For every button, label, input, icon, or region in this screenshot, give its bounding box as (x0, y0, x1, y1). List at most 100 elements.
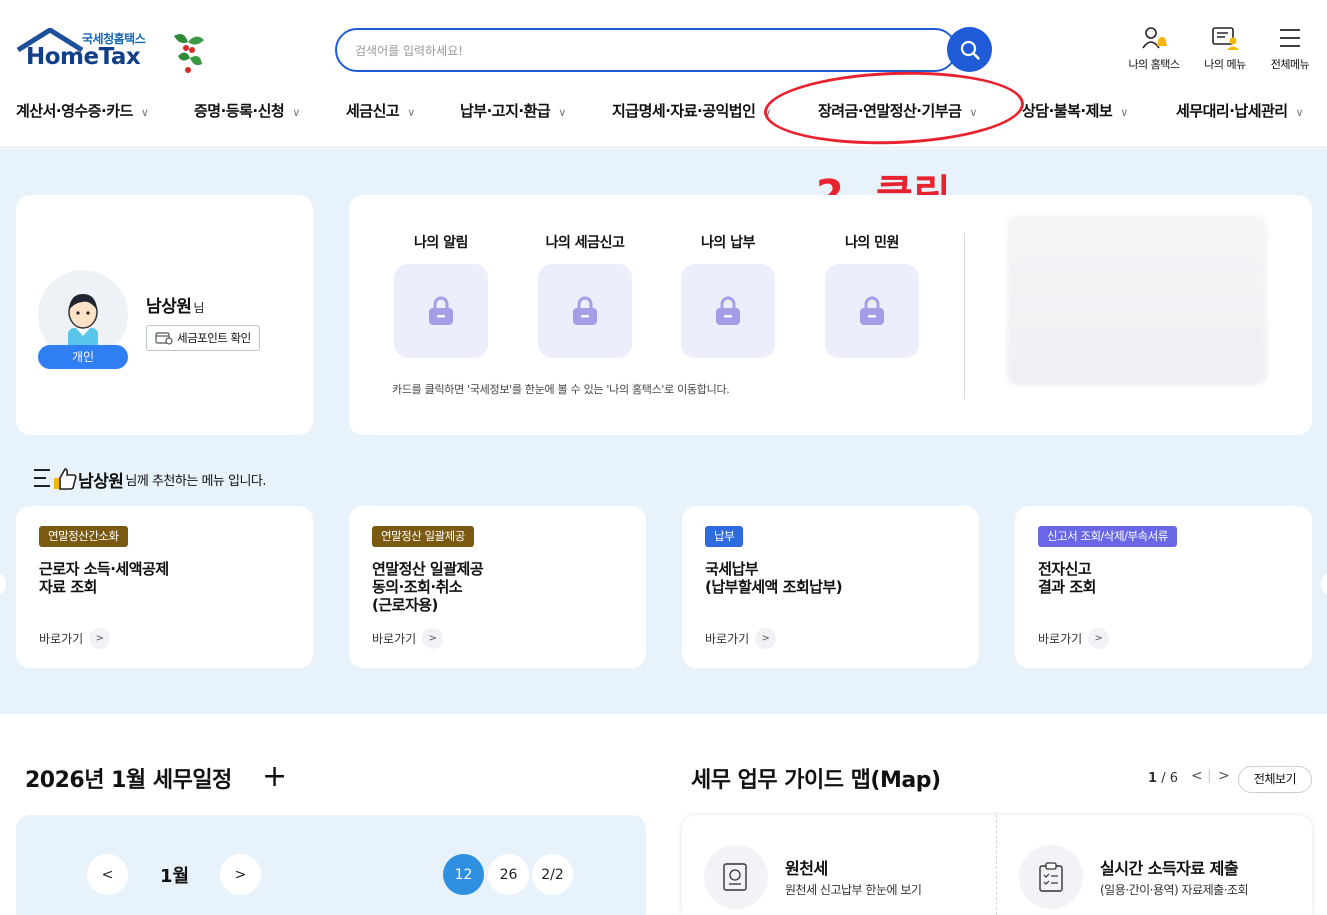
recommend-tag: 연말정산 일괄제공 (372, 526, 474, 547)
my-card-label: 나의 납부 (701, 235, 755, 251)
nav-item-statements[interactable]: 지급명세·자료·공익법인 ∨ (612, 100, 771, 121)
nav-item-tax-report[interactable]: 세금신고 ∨ (346, 100, 415, 121)
recommend-card-title: 국세납부 (납부할세액 조회납부) (705, 560, 843, 596)
my-cards-note: 카드를 클릭하면 '국세정보'를 한눈에 볼 수 있는 '나의 홈택스'로 이동… (392, 383, 730, 396)
guide-box: 원천세 원천세 신고납부 한눈에 보기 실시간 소득자료 제출 (일용·간이·용… (682, 815, 1312, 915)
chevron-right-icon: > (1088, 628, 1110, 649)
date-chip[interactable]: 2/2 (532, 854, 573, 895)
chevron-down-icon: ∨ (558, 106, 566, 119)
profile-name-text: 남상원 (146, 297, 192, 317)
recommend-card-title: 연말정산 일괄제공 동의·조회·취소 (근로자용) (372, 560, 484, 614)
nav-label: 지급명세·자료·공익법인 (612, 102, 756, 120)
logo-main-text: HomeTax (26, 44, 141, 70)
guide-item-icon (1019, 845, 1083, 909)
my-card-box (825, 264, 919, 358)
lock-icon (860, 296, 884, 325)
nav-label: 상담·불복·제보 (1022, 102, 1113, 120)
chevron-down-icon: ∨ (140, 106, 149, 119)
util-label: 전체메뉴 (1270, 58, 1310, 71)
my-card-payment[interactable]: 나의 납부 (673, 232, 783, 358)
list-thumbs-up-icon (34, 468, 77, 490)
recommend-tag: 신고서 조회/삭제/부속서류 (1038, 526, 1177, 547)
recommend-rest: 님께 추천하는 메뉴 입니다. (125, 473, 267, 489)
date-chip[interactable]: 26 (488, 854, 529, 895)
recommend-name: 남상원 (78, 471, 124, 492)
shortcut-link[interactable]: 바로가기 > (705, 628, 777, 649)
recommend-card[interactable]: 연말정산간소화 근로자 소득·세액공제 자료 조회 바로가기 > (16, 506, 313, 668)
nav-item-certificate[interactable]: 증명·등록·신청 ∨ (194, 100, 300, 121)
my-card-label: 나의 민원 (845, 235, 899, 251)
recommend-card[interactable]: 납부 국세납부 (납부할세액 조회납부) 바로가기 > (682, 506, 979, 668)
search-input[interactable] (355, 40, 915, 62)
chevron-left-icon: < (101, 866, 114, 883)
nav-item-payment[interactable]: 납부·고지·환급 ∨ (460, 100, 566, 121)
profile-name: 남상원 님 (146, 292, 204, 317)
guide-item-name[interactable]: 원천세 (785, 855, 828, 879)
nav-label: 세무대리·납세관리 (1176, 102, 1288, 120)
pager-total: / 6 (1161, 771, 1178, 786)
schedule-title: 2026년 1월 세무일정 (25, 768, 232, 793)
shortcut-label: 바로가기 (705, 632, 750, 646)
chevron-down-icon: ∨ (407, 106, 415, 119)
next-month-button[interactable]: > (220, 854, 261, 895)
search-box (335, 28, 957, 72)
chevron-down-icon: ∨ (292, 106, 300, 119)
my-card-label: 나의 세금신고 (545, 235, 625, 251)
date-label: 12 (454, 866, 473, 883)
nav-item-consult[interactable]: 상담·불복·제보 ∨ (1022, 100, 1128, 121)
my-card-tax-report[interactable]: 나의 세금신고 (530, 232, 640, 358)
plus-icon[interactable]: + (262, 762, 287, 792)
clipboard-checklist-icon (1039, 862, 1063, 892)
guide-prev-button[interactable]: < (1191, 768, 1203, 784)
shortcut-link[interactable]: 바로가기 > (372, 628, 444, 649)
current-month: 1월 (160, 866, 190, 887)
my-menu-button[interactable]: 나의 메뉴 (1190, 24, 1260, 72)
tax-point-button[interactable]: 세금포인트 확인 (146, 325, 260, 351)
all-menu-button[interactable]: 전체메뉴 (1255, 24, 1325, 72)
chevron-right-icon: > (234, 866, 247, 883)
shortcut-link[interactable]: 바로가기 > (39, 628, 111, 649)
document-stamp-icon (723, 863, 747, 891)
util-label: 나의 메뉴 (1204, 58, 1246, 71)
search-button[interactable] (947, 27, 992, 72)
guide-next-button[interactable]: > (1218, 768, 1230, 784)
guide-item-name[interactable]: 실시간 소득자료 제출 (1100, 855, 1239, 879)
guide-title: 세무 업무 가이드 맵(Map) (691, 768, 941, 793)
lock-icon (573, 296, 597, 325)
nav-item-agent[interactable]: 세무대리·납세관리 ∨ (1176, 100, 1304, 121)
chevron-right-icon: > (422, 628, 444, 649)
lock-icon (429, 296, 453, 325)
chevron-down-icon: ∨ (1120, 106, 1128, 119)
guide-item-icon (704, 845, 768, 909)
hometax-logo[interactable]: 국세청홈택스 HomeTax (16, 26, 206, 82)
prev-month-button[interactable]: < (87, 854, 128, 895)
my-card-alerts[interactable]: 나의 알림 (386, 232, 496, 358)
my-card-civil[interactable]: 나의 민원 (817, 232, 927, 358)
shortcut-link[interactable]: 바로가기 > (1038, 628, 1110, 649)
recommend-card-title: 전자신고 결과 조회 (1038, 560, 1096, 596)
util-label: 나의 홈택스 (1128, 58, 1180, 71)
nav-item-invoice[interactable]: 계산서·영수증·카드 ∨ (16, 100, 149, 121)
profile-card: 개인 남상원 님 세금포인트 확인 (16, 195, 313, 435)
view-all-button[interactable]: 전체보기 (1238, 766, 1312, 793)
date-chip-selected[interactable]: 12 (443, 854, 484, 895)
recommend-card[interactable]: 연말정산 일괄제공 연말정산 일괄제공 동의·조회·취소 (근로자용) 바로가기… (349, 506, 646, 668)
my-hometax-button[interactable]: 나의 홈택스 (1119, 24, 1189, 72)
recommend-card[interactable]: 신고서 조회/삭제/부속서류 전자신고 결과 조회 바로가기 > (1015, 506, 1312, 668)
pager-current: 1 (1148, 771, 1158, 786)
header: 국세청홈택스 HomeTax 나의 홈택스 (0, 0, 1327, 148)
chevron-right-icon: > (755, 628, 777, 649)
chevron-right-icon: > (89, 628, 111, 649)
profile-name-suffix: 님 (193, 301, 204, 315)
nav-label: 세금신고 (346, 102, 400, 120)
date-label: 2/2 (541, 866, 564, 883)
holly-icon (174, 34, 204, 73)
my-menu-icon (1212, 27, 1239, 50)
search-icon (960, 40, 980, 60)
guide-item-desc: (일용·간이·용역) 자료제출·조회 (1100, 883, 1249, 897)
chevron-down-icon: ∨ (1295, 106, 1304, 119)
recommend-card-title: 근로자 소득·세액공제 자료 조회 (39, 560, 169, 596)
my-hometax-cards: 나의 알림 나의 세금신고 나의 납부 나의 민원 카드를 클릭하면 '국세정보… (349, 195, 1312, 435)
guide-item-desc: 원천세 신고납부 한눈에 보기 (785, 883, 922, 897)
date-label: 26 (499, 866, 518, 883)
